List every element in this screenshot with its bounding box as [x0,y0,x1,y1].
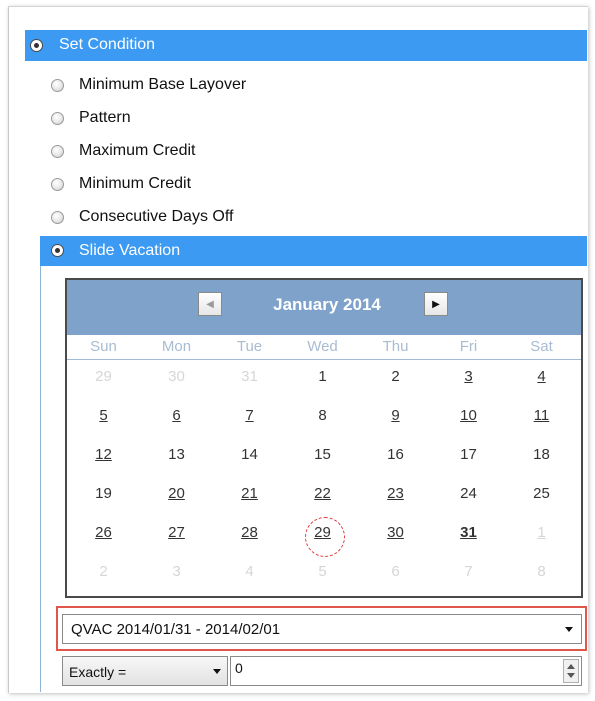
weekday-label: Thu [382,338,409,355]
calendar-day[interactable]: 17 [432,446,505,463]
calendar-day[interactable]: 7 [213,407,286,424]
calendar-day[interactable]: 1 [286,368,359,385]
weekday-header: Sun Mon Tue Wed Thu Fri Sat [67,335,581,360]
calendar-day[interactable]: 18 [505,446,578,463]
dropdown-arrow-icon [565,627,573,632]
vacation-dropdown-value: QVAC 2014/01/31 - 2014/02/01 [71,621,281,638]
weekday-label: Mon [161,338,192,355]
dropdown-arrow-icon [213,669,221,674]
next-month-button[interactable]: ▶ [424,292,448,316]
calendar-day[interactable]: 8 [505,563,578,580]
calendar-day[interactable]: 3 [432,368,505,385]
calendar-day[interactable]: 31 [432,524,505,541]
calendar-day[interactable]: 19 [67,485,140,502]
weekday-label: Sun [90,338,117,355]
calendar-day[interactable]: 13 [140,446,213,463]
calendar-day[interactable]: 1 [505,524,578,541]
option-radio[interactable] [51,112,64,125]
weekday-label: Wed [307,338,338,355]
circled-date-annotation [305,517,345,557]
calendar-day[interactable]: 16 [359,446,432,463]
calendar-day[interactable]: 3 [140,563,213,580]
calendar-day[interactable]: 5 [286,563,359,580]
option-label: Minimum Credit [79,175,192,192]
calendar-day[interactable]: 20 [140,485,213,502]
calendar-day[interactable]: 4 [505,368,578,385]
option-label: Maximum Credit [79,142,196,159]
set-condition-radio[interactable] [30,39,43,52]
calendar-day[interactable]: 12 [67,446,140,463]
option-radio[interactable] [51,79,64,92]
calendar-day[interactable]: 28 [213,524,286,541]
month-calendar[interactable]: ◀ January 2014 ▶ Sun Mon Tue Wed Thu Fri Sat 2… [65,278,583,598]
spinner-down-icon[interactable] [567,673,575,678]
chevron-right-icon: ▶ [432,298,440,310]
quantity-spinner[interactable] [563,659,579,683]
calendar-day[interactable]: 5 [67,407,140,424]
option-label: Consecutive Days Off [79,208,234,225]
set-condition-label: Set Condition [59,36,156,53]
calendar-day[interactable]: 14 [213,446,286,463]
quantity-input-value: 0 [235,660,243,676]
calendar-day[interactable]: 6 [359,563,432,580]
calendar-day[interactable]: 21 [213,485,286,502]
option-radio[interactable] [51,211,64,224]
weekday-label: Tue [236,338,263,355]
weekday-label: Fri [459,338,478,355]
quantity-input[interactable]: 0 [230,656,582,686]
set-condition-row[interactable]: Set Condition [25,30,587,61]
calendar-day[interactable]: 22 [286,485,359,502]
calendar-month-title[interactable]: January 2014 [237,295,417,315]
calendar-day[interactable]: 11 [505,407,578,424]
option-label: Pattern [79,109,131,126]
chevron-left-icon: ◀ [206,298,214,310]
operator-select-value: Exactly = [69,664,127,680]
calendar-day[interactable]: 7 [432,563,505,580]
option-radio[interactable] [51,178,64,191]
option-radio[interactable] [51,145,64,158]
slide-vacation-row[interactable]: Slide Vacation [40,236,587,266]
calendar-day[interactable]: 2 [359,368,432,385]
calendar-day[interactable]: 30 [359,524,432,541]
calendar-day[interactable]: 30 [140,368,213,385]
calendar-day[interactable]: 27 [140,524,213,541]
calendar-day[interactable]: 26 [67,524,140,541]
slide-vacation-label: Slide Vacation [79,242,181,259]
option-label: Minimum Base Layover [79,76,247,93]
calendar-day[interactable]: 4 [213,563,286,580]
calendar-day[interactable]: 15 [286,446,359,463]
calendar-title-bar: ◀ January 2014 ▶ [67,280,581,335]
calendar-day[interactable]: 6 [140,407,213,424]
calendar-day[interactable]: 2 [67,563,140,580]
prev-month-button[interactable]: ◀ [198,292,222,316]
weekday-label: Sat [530,338,553,355]
operator-select[interactable]: Exactly = [62,656,228,686]
panel-divider [40,266,41,692]
calendar-day[interactable]: 29 [67,368,140,385]
calendar-day[interactable]: 31 [213,368,286,385]
slide-vacation-radio[interactable] [51,244,64,257]
calendar-day[interactable]: 10 [432,407,505,424]
calendar-day[interactable]: 8 [286,407,359,424]
calendar-day[interactable]: 24 [432,485,505,502]
calendar-day[interactable]: 25 [505,485,578,502]
calendar-day[interactable]: 23 [359,485,432,502]
spinner-up-icon[interactable] [567,664,575,669]
calendar-day[interactable]: 9 [359,407,432,424]
vacation-dropdown[interactable]: QVAC 2014/01/31 - 2014/02/01 [62,614,582,644]
